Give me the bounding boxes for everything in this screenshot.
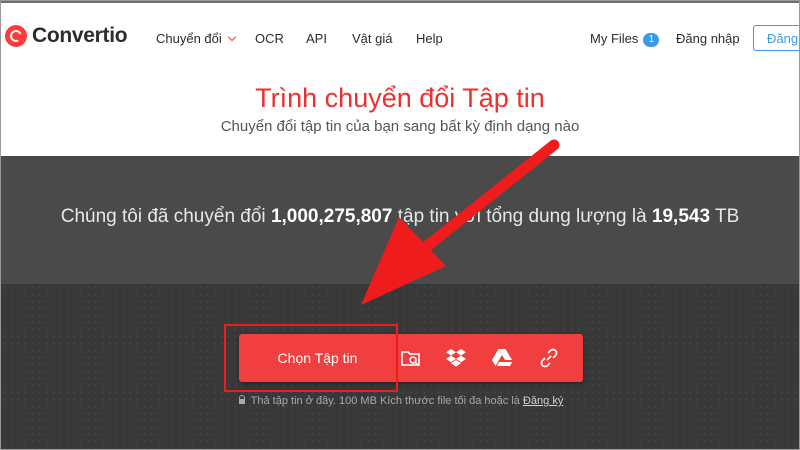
stats-total-size: 19,543 xyxy=(651,206,711,227)
nav-item-api[interactable]: API xyxy=(306,31,327,46)
lock-icon xyxy=(238,395,245,404)
header: Convertio Chuyển đổi OCR API Vật giá Hel… xyxy=(1,1,799,76)
hero: Trình chuyển đổi Tập tin Chuyển đổi tập … xyxy=(1,76,799,156)
annotation-highlight-box xyxy=(224,324,398,392)
nav-item-help[interactable]: Help xyxy=(416,31,443,46)
signup-link[interactable]: Đăng ký xyxy=(523,395,563,407)
chevron-down-icon xyxy=(227,32,237,42)
my-files-link[interactable]: My Files 1 xyxy=(590,31,660,48)
stats-middle: tập tin với tổng dung lượng là xyxy=(397,206,647,227)
page-title: Trình chuyển đổi Tập tin xyxy=(255,83,545,113)
google-drive-icon[interactable] xyxy=(490,346,514,370)
nav-item-pricing[interactable]: Vật giá xyxy=(352,31,392,46)
drop-hint-text: Thả tập tin ở đây. 100 MB Kích thước fil… xyxy=(250,395,520,407)
convertio-logo-icon xyxy=(5,25,27,47)
stats-band: Chúng tôi đã chuyển đổi 1,000,275,807 tậ… xyxy=(1,156,799,284)
stats-unit: TB xyxy=(714,206,740,227)
folder-search-icon[interactable] xyxy=(399,346,423,370)
nav-item-convert[interactable]: Chuyển đổi xyxy=(156,31,237,46)
my-files-label: My Files xyxy=(590,31,639,46)
dropbox-icon[interactable] xyxy=(444,346,468,370)
drop-hint: Thả tập tin ở đây. 100 MB Kích thước fil… xyxy=(1,395,799,407)
nav-item-ocr[interactable]: OCR xyxy=(255,31,284,46)
stats-text: Chúng tôi đã chuyển đổi 1,000,275,807 tậ… xyxy=(1,206,799,228)
link-icon[interactable] xyxy=(537,346,561,370)
nav-item-label: Chuyển đổi xyxy=(156,31,222,46)
browser-viewport: Convertio Chuyển đổi OCR API Vật giá Hel… xyxy=(0,0,800,450)
login-link[interactable]: Đăng nhập xyxy=(676,31,740,46)
logo-text: Convertio xyxy=(32,24,128,47)
page-subtitle: Chuyển đổi tập tin của bạn sang bất kỳ đ… xyxy=(220,118,580,135)
stats-files-count: 1,000,275,807 xyxy=(270,206,393,227)
top-border xyxy=(1,1,799,3)
signup-button[interactable]: Đăng ký xyxy=(753,25,799,51)
stats-prefix: Chúng tôi đã chuyển đổi xyxy=(60,206,266,227)
my-files-count-badge: 1 xyxy=(643,33,660,47)
logo[interactable]: Convertio xyxy=(5,24,128,48)
